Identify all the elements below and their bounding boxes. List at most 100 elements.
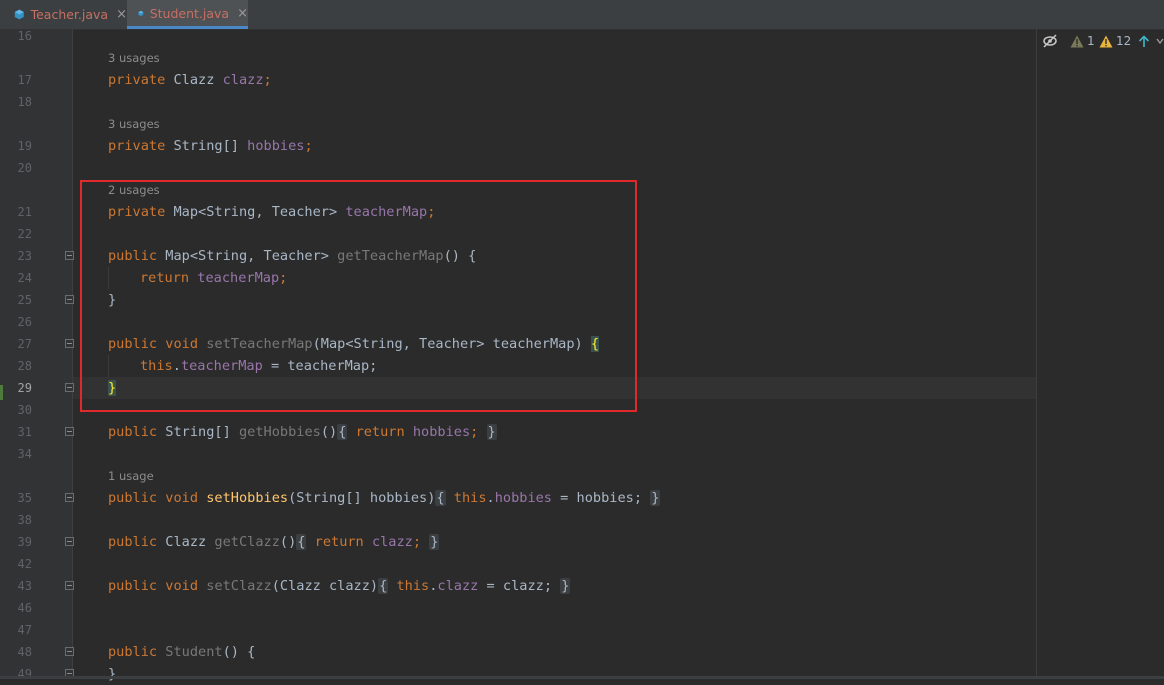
line-number: 26	[17, 315, 32, 329]
folded-brace[interactable]: {	[435, 490, 446, 506]
close-icon[interactable]: ×	[116, 7, 127, 22]
editor-tab-bar: Teacher.java × Student.java ×	[0, 0, 1164, 30]
keyword: this	[396, 578, 430, 594]
line-number: 22	[17, 227, 32, 241]
weak-warning-number: 1	[1087, 34, 1095, 48]
keyword: private	[108, 138, 166, 154]
fold-marker[interactable]	[65, 647, 74, 656]
line-number: 46	[17, 601, 32, 615]
fold-marker[interactable]	[65, 493, 74, 502]
folded-brace[interactable]: }	[429, 534, 440, 550]
code-line-19[interactable]: private String[] hobbies;	[108, 135, 313, 157]
code-line-31[interactable]: public String[] getHobbies(){ return hob…	[108, 421, 497, 443]
line-number: 27	[17, 337, 32, 351]
usages-hint[interactable]: 3 usages	[108, 47, 160, 69]
type: String[]	[173, 138, 239, 154]
highlight-box	[80, 180, 637, 412]
line-number-current: 29	[17, 381, 32, 395]
code-line-49[interactable]: }	[108, 663, 116, 685]
keyword: return	[314, 534, 364, 550]
line-number: 30	[17, 403, 32, 417]
keyword: public	[108, 534, 158, 550]
folded-brace[interactable]: {	[378, 578, 389, 594]
fold-marker[interactable]	[65, 251, 74, 260]
fold-marker[interactable]	[65, 427, 74, 436]
constructor-name: Student	[165, 644, 223, 660]
folded-brace[interactable]: {	[337, 424, 348, 440]
field-name: hobbies	[494, 490, 552, 506]
line-number: 23	[17, 249, 32, 263]
warning-count[interactable]: 12	[1099, 33, 1131, 49]
keyword: return	[355, 424, 405, 440]
java-class-icon	[14, 9, 24, 20]
line-number: 49	[17, 667, 32, 681]
field-name: clazz	[222, 72, 264, 88]
weak-warning-icon	[1070, 35, 1084, 47]
folded-brace[interactable]: }	[560, 578, 571, 594]
line-number: 21	[17, 205, 32, 219]
warning-icon	[1099, 35, 1113, 47]
fold-marker[interactable]	[65, 383, 74, 392]
field-name: hobbies	[412, 424, 471, 440]
weak-warning-count[interactable]: 1	[1070, 33, 1095, 49]
usages-hint[interactable]: 1 usage	[108, 465, 154, 487]
method-name: setHobbies	[206, 490, 289, 506]
keyword: public	[108, 424, 158, 440]
fold-marker[interactable]	[65, 581, 74, 590]
assignment: = clazz;	[478, 578, 553, 594]
code-line-39[interactable]: public Clazz getClazz(){ return clazz; }	[108, 531, 440, 553]
line-number: 42	[17, 557, 32, 571]
semicolon: ;	[263, 72, 272, 88]
type: Clazz	[165, 534, 207, 550]
fold-marker[interactable]	[65, 295, 74, 304]
line-number: 47	[17, 623, 32, 637]
paren: ()	[279, 534, 297, 550]
method-rest: () {	[222, 644, 256, 660]
assignment: = hobbies;	[552, 490, 643, 506]
semicolon: ;	[304, 138, 313, 154]
line-number: 39	[17, 535, 32, 549]
field-name: hobbies	[247, 138, 305, 154]
dot: .	[486, 490, 495, 506]
method-params: (String[] hobbies)	[288, 490, 436, 506]
line-number: 48	[17, 645, 32, 659]
line-number: 24	[17, 271, 32, 285]
folded-brace[interactable]: }	[650, 490, 661, 506]
next-highlight-button[interactable]	[1156, 33, 1164, 49]
close-icon[interactable]: ×	[237, 6, 248, 21]
java-class-icon	[138, 10, 144, 16]
fold-marker[interactable]	[65, 339, 74, 348]
tab-student-java[interactable]: Student.java ×	[127, 0, 248, 29]
field-name: clazz	[371, 534, 413, 550]
line-number: 28	[17, 359, 32, 373]
tab-label: Teacher.java	[30, 7, 109, 22]
chevron-down-icon	[1156, 38, 1164, 45]
method-params: (Clazz clazz)	[271, 578, 379, 594]
previous-highlight-button[interactable]	[1138, 33, 1150, 49]
line-number: 17	[17, 73, 32, 87]
tab-label: Student.java	[149, 5, 230, 21]
reader-mode-toggle[interactable]	[1042, 33, 1058, 49]
line-number: 25	[17, 293, 32, 307]
keyword: private	[108, 72, 166, 88]
semicolon: ;	[412, 534, 422, 550]
method-name: getHobbies	[238, 424, 321, 440]
keyword: public void	[108, 490, 199, 506]
line-number: 31	[17, 425, 32, 439]
fold-marker[interactable]	[65, 537, 74, 546]
method-name: setClazz	[206, 578, 272, 594]
arrow-up-icon	[1138, 34, 1150, 47]
code-line-17[interactable]: private Clazz clazz;	[108, 69, 272, 91]
line-number: 16	[17, 29, 32, 43]
folded-brace[interactable]: }	[486, 424, 497, 440]
right-margin-guide	[1036, 29, 1037, 679]
code-line-48[interactable]: public Student() {	[108, 641, 255, 663]
method-name: getClazz	[214, 534, 280, 550]
warning-number: 12	[1116, 34, 1132, 48]
folded-brace[interactable]: {	[296, 534, 307, 550]
code-line-35[interactable]: public void setHobbies(String[] hobbies)…	[108, 487, 661, 509]
line-number: 19	[17, 139, 32, 153]
code-line-43[interactable]: public void setClazz(Clazz clazz){ this.…	[108, 575, 571, 597]
usages-hint[interactable]: 3 usages	[108, 113, 160, 135]
line-number: 34	[17, 447, 32, 461]
